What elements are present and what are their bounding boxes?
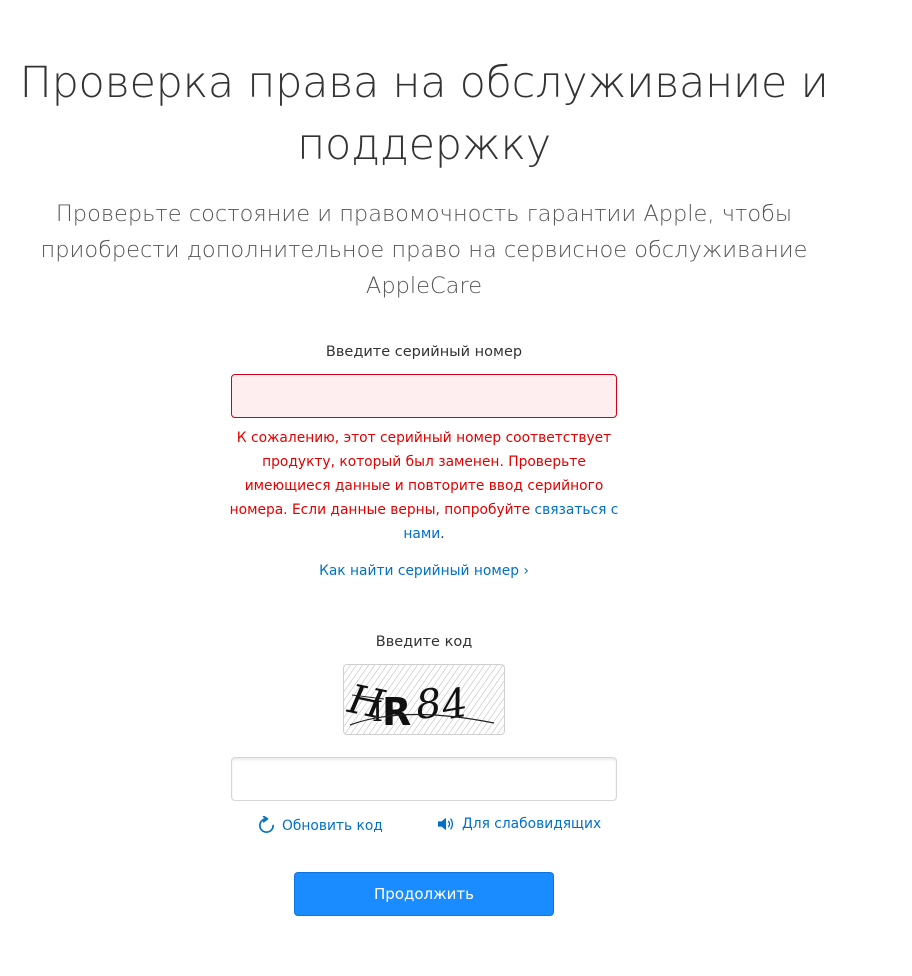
captcha-input[interactable] (231, 757, 617, 801)
find-serial-link[interactable]: Как найти серийный номер › (319, 563, 529, 579)
refresh-icon (257, 816, 276, 835)
page-subtitle: Проверьте состояние и правомочность гара… (40, 201, 808, 299)
captcha-image: H I R 8 4 (343, 664, 505, 735)
howto-container: Как найти серийный номер › (0, 560, 848, 579)
page-title-line1: Проверка права на обслуживание и (19, 58, 829, 108)
refresh-code-button[interactable]: Обновить код (257, 816, 383, 835)
speaker-icon (436, 816, 456, 832)
serial-error-message: К сожалению, этот серийный номер соответ… (224, 426, 624, 546)
serial-error-end: . (440, 526, 445, 542)
captcha-svg: H I R 8 4 (344, 665, 504, 734)
audio-captcha-label: Для слабовидящих (462, 816, 602, 832)
refresh-code-label: Обновить код (282, 817, 383, 834)
captcha-label: Введите код (375, 634, 473, 650)
serial-number-label: Введите серийный номер (325, 344, 523, 360)
page-title-line2: поддержку (297, 120, 551, 170)
svg-text:R: R (382, 690, 411, 734)
audio-captcha-button[interactable]: Для слабовидящих (436, 816, 601, 832)
serial-number-input[interactable] (231, 374, 617, 418)
page-title: Проверка права на обслуживание и поддерж… (0, 52, 848, 176)
continue-button[interactable]: Продолжить (294, 872, 554, 916)
